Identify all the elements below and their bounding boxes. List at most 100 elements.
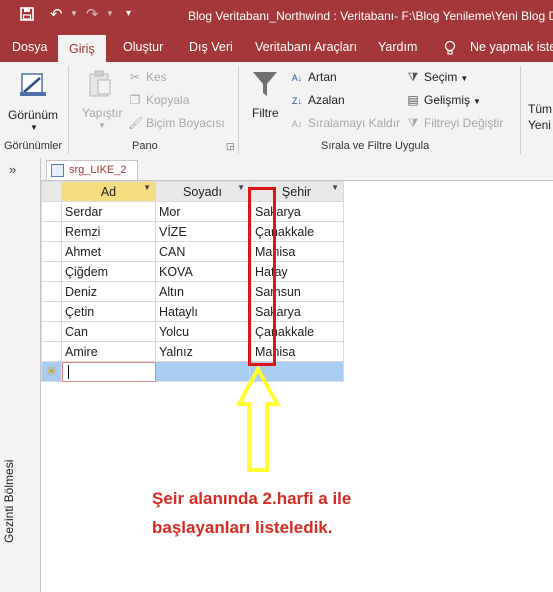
- tell-me-search[interactable]: Ne yapmak iste: [470, 32, 553, 62]
- view-dropdown-icon: ▼: [30, 123, 38, 132]
- new-cell-ad[interactable]: [61, 361, 156, 382]
- cell-ad[interactable]: Serdar: [61, 201, 156, 222]
- row-selector[interactable]: [41, 341, 62, 362]
- refresh-all-button[interactable]: Tüm Yeni: [526, 102, 553, 136]
- undo-dropdown-icon[interactable]: ▼: [70, 9, 78, 18]
- row-selector[interactable]: [41, 301, 62, 322]
- window-title: Blog Veritabanı_Northwind : Veritabanı- …: [188, 9, 553, 23]
- view-button[interactable]: Görünüm ▼: [4, 66, 62, 136]
- lightbulb-icon: [444, 32, 456, 62]
- cell-soyadi[interactable]: Mor: [155, 201, 250, 222]
- redo-dropdown-icon[interactable]: ▼: [106, 9, 114, 18]
- tab-dis-veri[interactable]: Dış Veri: [189, 32, 233, 62]
- row-selector-header[interactable]: [41, 181, 62, 202]
- cell-ad[interactable]: Can: [61, 321, 156, 342]
- paste-label: Yapıştır: [82, 106, 123, 120]
- row-selector[interactable]: [41, 241, 62, 262]
- document-tab-label: srg_LIKE_2: [69, 164, 127, 176]
- column-dropdown-icon[interactable]: ▼: [331, 183, 339, 192]
- table-row[interactable]: Ahmet CAN Manisa: [41, 241, 344, 262]
- advanced-dropdown-icon: ▼: [473, 97, 481, 106]
- toggle-filter-button[interactable]: ⧩ Filtreyi Değiştir: [406, 116, 504, 131]
- table-row[interactable]: Serdar Mor Sakarya: [41, 201, 344, 222]
- remove-sort-button[interactable]: A↕ Sıralamayı Kaldır: [290, 116, 400, 130]
- cell-ad[interactable]: Amire: [61, 341, 156, 362]
- redo-icon[interactable]: ↷: [86, 5, 99, 23]
- new-record-row[interactable]: ✳: [41, 361, 344, 382]
- undo-icon[interactable]: ↶: [50, 5, 63, 23]
- table-row[interactable]: Deniz Altın Samsun: [41, 281, 344, 302]
- selection-button[interactable]: ⧩ Seçim ▼: [406, 70, 469, 85]
- tab-olustur[interactable]: Oluştur: [123, 32, 163, 62]
- annotation-text: Şeir alanında 2.harfi a ile başlayanları…: [152, 484, 351, 542]
- table-row[interactable]: Can Yolcu Çanakkale: [41, 321, 344, 342]
- document-tab-srg-like-2[interactable]: srg_LIKE_2: [46, 160, 138, 180]
- scissors-icon: ✂: [129, 70, 141, 84]
- group-label-clipboard: Pano: [132, 140, 158, 152]
- cell-ad[interactable]: Ahmet: [61, 241, 156, 262]
- cell-ad[interactable]: Deniz: [61, 281, 156, 302]
- table-row[interactable]: Çetin Hataylı Sakarya: [41, 301, 344, 322]
- title-bar: ↶ ▼ ↷ ▼ ▾ Blog Veritabanı_Northwind : Ve…: [0, 0, 553, 32]
- view-icon: [20, 73, 46, 96]
- copy-button[interactable]: ❐ Kopyala: [128, 93, 190, 107]
- cell-soyadi[interactable]: KOVA: [155, 261, 250, 282]
- sort-descending-button[interactable]: Z↓ Azalan: [290, 93, 345, 107]
- column-dropdown-icon[interactable]: ▼: [237, 183, 245, 192]
- cell-ad[interactable]: Çetin: [61, 301, 156, 322]
- group-separator: [238, 66, 239, 154]
- expand-nav-pane-icon[interactable]: »: [9, 162, 16, 177]
- query-icon: [51, 164, 64, 177]
- filter-button[interactable]: Filtre: [246, 66, 286, 130]
- column-header-ad[interactable]: Ad ▼: [61, 181, 156, 202]
- cut-button[interactable]: ✂ Kes: [128, 70, 167, 84]
- new-record-icon[interactable]: ✳: [41, 361, 62, 382]
- cell-soyadi[interactable]: VİZE: [155, 221, 250, 242]
- datasheet-body: Serdar Mor Sakarya Remzi VİZE Çanakkale Ahmet C…: [41, 201, 344, 382]
- table-row[interactable]: Amire Yalnız Manisa: [41, 341, 344, 362]
- toggle-filter-icon: ⧩: [407, 116, 419, 130]
- paste-button[interactable]: Yapıştır ▼: [76, 68, 126, 130]
- advanced-button[interactable]: ▤ Gelişmiş ▼: [406, 93, 481, 107]
- format-painter-button[interactable]: 🖌 Biçim Boyacısı: [128, 116, 225, 130]
- save-icon[interactable]: [20, 7, 34, 25]
- column-header-label: Soyadı: [183, 184, 222, 199]
- remove-sort-label: Sıralamayı Kaldır: [308, 116, 401, 130]
- copy-label: Kopyala: [146, 93, 190, 107]
- row-selector[interactable]: [41, 321, 62, 342]
- funnel-icon: [253, 72, 277, 96]
- row-selector[interactable]: [41, 221, 62, 242]
- group-separator: [68, 66, 69, 154]
- clipboard-launcher-icon[interactable]: ◲: [226, 141, 235, 152]
- cell-soyadi[interactable]: Yalnız: [155, 341, 250, 362]
- advanced-filter-icon: ▤: [407, 93, 419, 107]
- tab-giris[interactable]: Giriş: [58, 35, 106, 62]
- cut-label: Kes: [146, 70, 167, 84]
- paste-icon: [89, 70, 111, 97]
- cell-soyadi[interactable]: CAN: [155, 241, 250, 262]
- row-selector[interactable]: [41, 201, 62, 222]
- cell-ad[interactable]: Remzi: [61, 221, 156, 242]
- descending-label: Azalan: [308, 93, 345, 107]
- tab-dosya[interactable]: Dosya: [12, 32, 47, 62]
- navigation-pane-label[interactable]: Gezinti Bölmesi: [2, 393, 16, 543]
- sort-descending-icon: Z↓: [292, 96, 302, 106]
- cell-soyadi[interactable]: Altın: [155, 281, 250, 302]
- customize-toolbar-icon[interactable]: ▾: [126, 8, 131, 19]
- column-dropdown-icon[interactable]: ▼: [143, 183, 151, 192]
- cell-soyadi[interactable]: Yolcu: [155, 321, 250, 342]
- tab-yardim[interactable]: Yardım: [378, 32, 417, 62]
- up-arrow-icon: [236, 366, 280, 472]
- cell-ad[interactable]: Çiğdem: [61, 261, 156, 282]
- cell-soyadi[interactable]: Hataylı: [155, 301, 250, 322]
- column-header-soyadi[interactable]: Soyadı ▼: [155, 181, 250, 202]
- tab-veritabani-araclari[interactable]: Veritabanı Araçları: [255, 32, 357, 62]
- table-row[interactable]: Çiğdem KOVA Hatay: [41, 261, 344, 282]
- group-label-views: Görünümler: [4, 140, 63, 152]
- ribbon-tabs: Dosya Giriş Oluştur Dış Veri Veritabanı …: [0, 32, 553, 62]
- row-selector[interactable]: [41, 281, 62, 302]
- table-row[interactable]: Remzi VİZE Çanakkale: [41, 221, 344, 242]
- view-button-label: Görünüm: [8, 108, 59, 122]
- row-selector[interactable]: [41, 261, 62, 282]
- sort-ascending-button[interactable]: A↓ Artan: [290, 70, 337, 84]
